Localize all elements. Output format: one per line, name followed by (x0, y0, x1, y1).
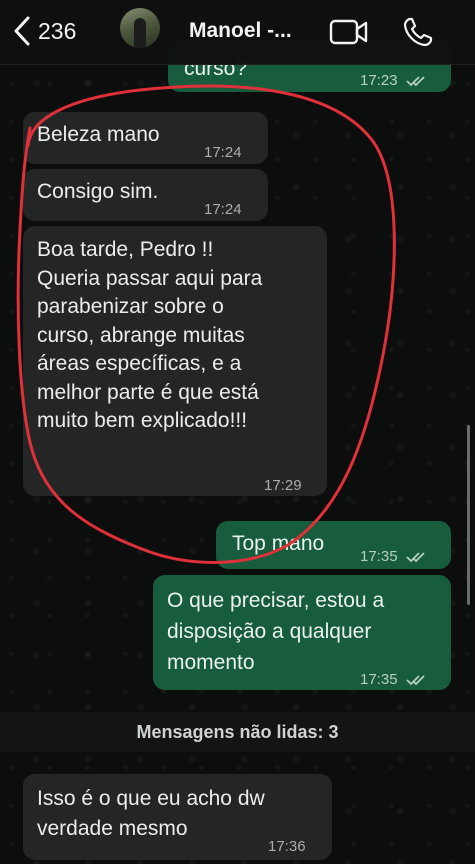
message-time-text: 17:35 (360, 671, 398, 688)
message-time-text: 17:23 (360, 72, 398, 89)
chat-header: 236 Manoel -... (0, 0, 475, 65)
avatar-figure (134, 18, 146, 48)
message-text: Consigo sim. (37, 180, 159, 203)
message-time: 17:35 (360, 664, 428, 695)
contact-name[interactable]: Manoel -... (189, 19, 292, 43)
message-text: O que precisar, estou a disposição a qua… (167, 589, 385, 674)
double-check-icon (406, 675, 425, 686)
back-button[interactable]: 236 (12, 14, 76, 48)
unread-count: 236 (38, 17, 77, 44)
contact-avatar[interactable] (120, 8, 160, 48)
phone-call-icon[interactable] (402, 16, 434, 48)
message-text: Isso é o que eu acho dw verdade mesmo (37, 787, 265, 840)
message-time: 17:24 (204, 201, 242, 218)
message-text: Boa tarde, Pedro !! Queria passar aqui p… (37, 238, 263, 432)
message-time: 17:29 (264, 477, 302, 494)
unread-messages-text: Mensagens não lidas: 3 (136, 721, 339, 742)
message-incoming[interactable]: Beleza mano 17:24 (23, 112, 268, 164)
message-incoming[interactable]: Consigo sim. 17:24 (23, 169, 268, 221)
message-outgoing[interactable]: Top mano 17:35 (216, 521, 451, 569)
double-check-icon (406, 552, 425, 563)
message-incoming[interactable]: Isso é o que eu acho dw verdade mesmo 17… (23, 774, 332, 860)
message-time-text: 17:35 (360, 548, 398, 565)
message-text: Top mano (232, 532, 325, 555)
message-outgoing[interactable]: O que precisar, estou a disposição a qua… (153, 575, 451, 690)
scrollbar[interactable] (467, 425, 470, 605)
video-call-icon[interactable] (329, 18, 369, 46)
unread-messages-banner: Mensagens não lidas: 3 (0, 712, 475, 752)
message-time: 17:36 (268, 838, 306, 855)
message-text: Beleza mano (37, 123, 160, 146)
message-time: 17:35 (360, 542, 428, 571)
chevron-left-icon (14, 16, 30, 46)
message-time: 17:23 (360, 66, 428, 95)
message-time: 17:24 (204, 144, 242, 161)
message-incoming[interactable]: Boa tarde, Pedro !! Queria passar aqui p… (23, 226, 327, 496)
double-check-icon (406, 76, 425, 87)
